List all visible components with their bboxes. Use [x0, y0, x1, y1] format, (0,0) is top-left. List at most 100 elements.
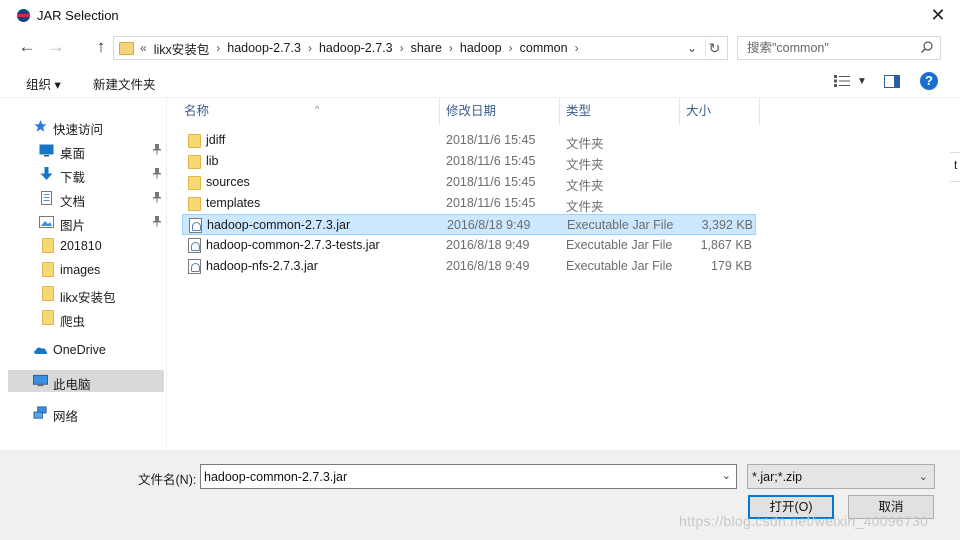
organize-button[interactable]: 组织 ▾: [26, 74, 61, 93]
column-header-size[interactable]: 大小: [680, 98, 760, 125]
file-size: 3,392 KB: [701, 218, 753, 232]
breadcrumb-item[interactable]: share: [411, 41, 442, 55]
download-icon: [40, 167, 53, 180]
sidebar-item-label: 文档: [60, 195, 86, 209]
file-date: 2018/11/6 15:45: [446, 154, 536, 168]
folder-icon: [42, 238, 54, 253]
file-type: Executable Jar File: [566, 238, 673, 252]
breadcrumb-item[interactable]: common: [520, 41, 568, 55]
chevron-down-icon[interactable]: ⌄: [687, 41, 697, 55]
file-row[interactable]: lib 2018/11/6 15:45 文件夹: [182, 151, 756, 172]
view-options-button[interactable]: ▼: [834, 72, 874, 90]
help-icon[interactable]: ?: [920, 72, 938, 90]
sidebar-item-quick-access[interactable]: 快速访问: [8, 115, 164, 137]
file-type: Executable Jar File: [567, 218, 674, 232]
search-input[interactable]: [738, 37, 908, 59]
file-row[interactable]: hadoop-nfs-2.7.3.jar 2016/8/18 9:49 Exec…: [182, 256, 756, 277]
sidebar-item-likx[interactable]: likx安装包: [8, 283, 164, 305]
file-name: templates: [206, 196, 261, 210]
forward-button[interactable]: →: [46, 36, 66, 58]
file-size: 1,867 KB: [700, 238, 752, 252]
sidebar-item-pictures[interactable]: 图片: [8, 211, 164, 233]
sidebar-item-label: 图片: [60, 219, 86, 233]
sidebar-item-label: 此电脑: [53, 378, 91, 392]
sidebar-item-images[interactable]: images: [8, 259, 164, 281]
chevron-down-icon[interactable]: ⌄: [722, 469, 731, 482]
file-type: Executable Jar File: [566, 259, 673, 273]
file-name-panel: 文件名(N): ⌄ *.jar;*.zip ⌄ 打开(O) 取消 https:/…: [0, 450, 960, 540]
file-row[interactable]: hadoop-common-2.7.3.jar 2016/8/18 9:49 E…: [182, 214, 756, 235]
file-name: lib: [206, 154, 219, 168]
chevron-right-icon[interactable]: ›: [509, 41, 513, 55]
chevron-right-icon[interactable]: ›: [575, 41, 579, 55]
sidebar-item-label: 下载: [60, 171, 86, 185]
chevron-right-icon[interactable]: ›: [308, 41, 312, 55]
file-row[interactable]: sources 2018/11/6 15:45 文件夹: [182, 172, 756, 193]
file-row[interactable]: hadoop-common-2.7.3-tests.jar 2016/8/18 …: [182, 235, 756, 256]
preview-pane-icon[interactable]: [884, 74, 900, 88]
navigation-bar: ← → ↑ « likx安装包 › hadoop-2.7.3 › hadoop-…: [0, 31, 960, 63]
sidebar-item-label: images: [60, 263, 101, 277]
computer-icon: [33, 374, 48, 387]
background-window-edge: t: [950, 152, 960, 182]
breadcrumb-overflow[interactable]: «: [140, 41, 147, 55]
sidebar-item-downloads[interactable]: 下载: [8, 163, 164, 185]
command-toolbar: 组织 ▾ 新建文件夹 ▼ ?: [0, 63, 960, 98]
up-button[interactable]: ↑: [91, 36, 111, 58]
sidebar-item-documents[interactable]: 文档: [8, 187, 164, 209]
breadcrumb-item[interactable]: hadoop-2.7.3: [227, 41, 301, 55]
filename-field[interactable]: [201, 465, 701, 488]
jar-file-icon: [188, 259, 201, 274]
folder-icon: [188, 155, 201, 169]
pin-icon[interactable]: [152, 191, 162, 203]
new-folder-button[interactable]: 新建文件夹: [93, 74, 156, 93]
sidebar-item-label: 201810: [60, 239, 102, 253]
network-icon: [33, 406, 47, 419]
filename-combobox[interactable]: ⌄: [200, 464, 737, 489]
chevron-right-icon[interactable]: ›: [400, 41, 404, 55]
sidebar-item-onedrive[interactable]: OneDrive: [8, 339, 164, 361]
java-app-icon: [17, 9, 30, 22]
file-row[interactable]: templates 2018/11/6 15:45 文件夹: [182, 193, 756, 214]
file-row[interactable]: jdiff 2018/11/6 15:45 文件夹: [182, 130, 756, 151]
back-button[interactable]: ←: [17, 36, 37, 58]
cloud-icon: [34, 347, 48, 354]
file-name: hadoop-nfs-2.7.3.jar: [206, 259, 318, 273]
folder-icon: [119, 41, 134, 55]
file-type: 文件夹: [566, 200, 604, 214]
column-header-date[interactable]: 修改日期: [440, 98, 560, 125]
sidebar-item-crawler[interactable]: 爬虫: [8, 307, 164, 329]
sidebar-item-this-pc[interactable]: 此电脑: [8, 370, 164, 392]
address-bar[interactable]: « likx安装包 › hadoop-2.7.3 › hadoop-2.7.3 …: [113, 36, 728, 60]
file-type-filter[interactable]: *.jar;*.zip ⌄: [747, 464, 935, 489]
refresh-icon[interactable]: ↻: [705, 39, 723, 57]
pictures-icon: [39, 216, 54, 228]
pin-icon[interactable]: [152, 167, 162, 179]
pin-icon[interactable]: [152, 143, 162, 155]
column-header-name[interactable]: 名称 ^: [178, 98, 440, 125]
sort-ascending-icon: ^: [315, 104, 320, 114]
breadcrumb-item[interactable]: hadoop: [460, 41, 502, 55]
background-window-text: t: [954, 158, 958, 172]
file-date: 2018/11/6 15:45: [446, 133, 536, 147]
close-button[interactable]: ✕: [926, 5, 950, 27]
search-icon[interactable]: [920, 40, 934, 54]
sidebar-item-label: 快速访问: [53, 123, 104, 137]
breadcrumb-item[interactable]: likx安装包: [154, 39, 210, 58]
column-header-type[interactable]: 类型: [560, 98, 680, 125]
breadcrumb-item[interactable]: hadoop-2.7.3: [319, 41, 393, 55]
navigation-pane: 快速访问 桌面 下载 文档 图片 201810 images likx安装包 爬…: [0, 98, 167, 450]
search-box[interactable]: [737, 36, 941, 60]
sidebar-item-201810[interactable]: 201810: [8, 235, 164, 257]
chevron-right-icon[interactable]: ›: [216, 41, 220, 55]
pin-icon[interactable]: [152, 215, 162, 227]
chevron-down-icon: ⌄: [918, 471, 928, 483]
sidebar-item-label: 爬虫: [60, 315, 86, 329]
sidebar-item-desktop[interactable]: 桌面: [8, 139, 164, 161]
chevron-right-icon[interactable]: ›: [449, 41, 453, 55]
sidebar-item-label: 网络: [53, 410, 79, 424]
file-type: 文件夹: [566, 158, 604, 172]
sidebar-item-network[interactable]: 网络: [8, 402, 164, 424]
jar-file-icon: [189, 218, 202, 233]
document-icon: [41, 191, 52, 205]
